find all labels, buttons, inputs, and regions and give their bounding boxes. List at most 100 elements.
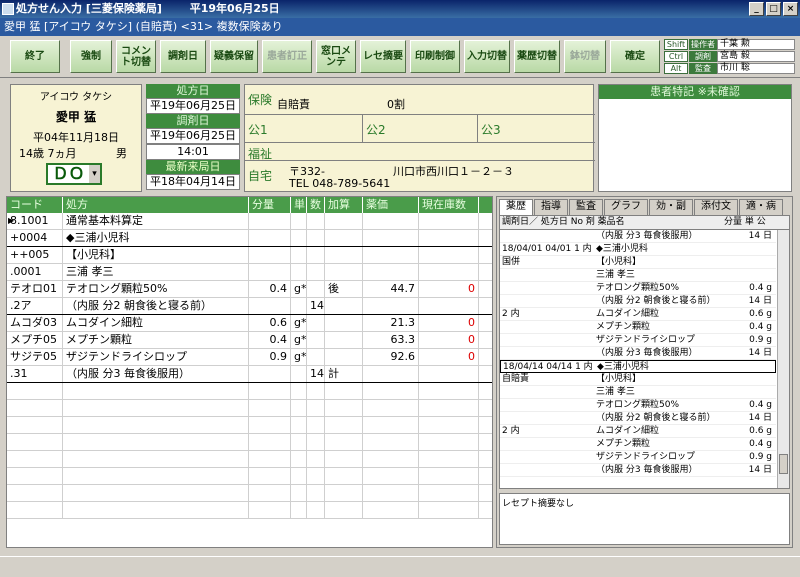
toolbar-button-3[interactable]: 調剤日 [160, 40, 206, 73]
toolbar-button-10[interactable]: 薬歴切替 [514, 40, 560, 73]
history-qty: 14 日 [748, 296, 772, 306]
toolbar-button-6[interactable]: 窓口メンテ [316, 40, 356, 73]
rx-cell-code: .2ア [7, 298, 63, 314]
history-row[interactable]: 国併 【小児科】 [500, 256, 776, 269]
modifier-key-label: Ctrl [664, 51, 688, 62]
rx-cell-add [325, 264, 363, 280]
empty-row[interactable] [7, 468, 492, 485]
history-row[interactable]: （内服 分3 毎食後服用） 14 日 [500, 230, 776, 243]
rx-cell-qty: 0.4 [249, 332, 291, 348]
history-drug: ◆三浦小児科 [597, 362, 649, 372]
history-scrollbar[interactable] [777, 230, 789, 488]
history-row[interactable]: テオロング顆粒50% 0.4 g [500, 399, 776, 412]
history-row[interactable]: 自賠責 【小児科】 [500, 373, 776, 386]
operator-role: 調剤 [689, 51, 717, 62]
history-drug: テオロング顆粒50% [596, 400, 680, 410]
toolbar-button-5[interactable]: 患者訂正 [262, 40, 312, 73]
table-row[interactable]: +0004 ◆三浦小児科 [7, 230, 492, 247]
fukushi-label: 福祉 [245, 143, 595, 161]
patient-kana: アイコウ タケシ [39, 92, 113, 103]
history-tab[interactable]: 添付文 [694, 199, 738, 215]
do-dropdown[interactable]: ＤＯ ▾ [46, 163, 102, 185]
history-tab[interactable]: 監査 [569, 199, 603, 215]
empty-row[interactable] [7, 485, 492, 502]
rx-date-field[interactable]: 平19年06月25日 [146, 98, 240, 114]
toolbar-button-11[interactable]: 鉢切替 [564, 40, 606, 73]
history-qty: 14 日 [748, 348, 772, 358]
toolbar-button-12[interactable]: 確定 [610, 40, 660, 73]
history-row[interactable]: 2 内 ムコダイン細粒 0.6 g [500, 425, 776, 438]
history-row[interactable]: （内服 分2 朝食後と寝る前） 14 日 [500, 412, 776, 425]
history-row[interactable]: 三浦 孝三 [500, 386, 776, 399]
operator-name[interactable]: 千葉 勲 [717, 39, 795, 50]
empty-row[interactable] [7, 400, 492, 417]
table-row[interactable]: .2ア （内服 分2 朝食後と寝る前） 14 [7, 298, 492, 315]
history-tab[interactable]: 効・副 [649, 199, 693, 215]
chevron-down-icon[interactable]: ▾ [89, 165, 100, 183]
history-row[interactable]: メプチン顆粒 0.4 g [500, 321, 776, 334]
rx-cell-code: サジテ05 [7, 349, 63, 365]
maximize-button[interactable]: □ [766, 2, 781, 16]
minimize-button[interactable]: _ [749, 2, 764, 16]
history-row[interactable]: 2 内 ムコダイン細粒 0.6 g [500, 308, 776, 321]
history-row[interactable]: 18/04/01 04/01 1 内 ◆三浦小児科 [500, 243, 776, 256]
rx-cell-qty [249, 230, 291, 246]
close-button[interactable]: × [783, 2, 798, 16]
history-tab[interactable]: 指導 [534, 199, 568, 215]
table-row[interactable]: テオロ01 テオロング顆粒50% 0.4 g* 後 44.7 0 [7, 281, 492, 298]
empty-row[interactable] [7, 383, 492, 400]
history-row[interactable]: ザジテンドライシロップ 0.9 g [500, 451, 776, 464]
history-row[interactable]: メプチン顆粒 0.4 g [500, 438, 776, 451]
scrollbar-thumb[interactable] [779, 454, 788, 474]
empty-row[interactable] [7, 502, 492, 519]
rx-cell-code: +0004 [7, 230, 63, 246]
operator-row: Shift 操作者 千葉 勲 [664, 39, 798, 50]
table-row[interactable]: サジテ05 ザジテンドライシロップ 0.9 g* 92.6 0 [7, 349, 492, 366]
history-qty [722, 269, 772, 281]
table-row[interactable]: ++005 【小児科】 [7, 247, 492, 264]
table-row[interactable]: .0001 三浦 孝三 [7, 264, 492, 281]
history-row[interactable]: ザジテンドライシロップ 0.9 g [500, 334, 776, 347]
rece-note[interactable]: レセプト摘要なし [499, 493, 790, 545]
rx-cell-price [363, 213, 419, 229]
table-row[interactable]: ▶ 8.1001 通常基本料算定 [7, 213, 492, 230]
history-tab[interactable]: 薬歴 [499, 199, 533, 215]
history-row[interactable]: テオロング顆粒50% 0.4 g [500, 282, 776, 295]
rx-cell-price [363, 230, 419, 246]
empty-row[interactable] [7, 417, 492, 434]
toolbar-button-1[interactable]: 強制 [70, 40, 112, 73]
toolbar-button-8[interactable]: 印刷制御 [410, 40, 460, 73]
toolbar-button-0[interactable]: 終了 [10, 40, 60, 73]
history-drug: ザジテンドライシロップ [596, 335, 696, 345]
rx-col-header: 処方 [63, 197, 249, 213]
empty-row[interactable] [7, 434, 492, 451]
table-row[interactable]: メプチ05 メプチン顆粒 0.4 g* 63.3 0 [7, 332, 492, 349]
toolbar-button-4[interactable]: 疑義保留 [210, 40, 258, 73]
toolbar-button-2[interactable]: コメント切替 [116, 40, 156, 73]
toolbar-button-9[interactable]: 入力切替 [464, 40, 510, 73]
phone: TEL 048-789-5641 [289, 177, 391, 190]
empty-row[interactable] [7, 451, 492, 468]
disp-date-field[interactable]: 平19年06月25日 [146, 128, 240, 144]
history-row[interactable]: （内服 分2 朝食後と寝る前） 14 日 [500, 295, 776, 308]
history-row[interactable]: （内服 分3 毎食後服用） 14 日 [500, 464, 776, 477]
table-row[interactable]: .31 （内服 分3 毎食後服用） 14 計 [7, 366, 492, 383]
patient-birth: 平04年11月18日 [33, 131, 119, 144]
toolbar-button-7[interactable]: レセ摘要 [360, 40, 406, 73]
operator-name[interactable]: 宮島 毅 [717, 51, 795, 62]
table-row[interactable]: ムコダ03 ムコダイン細粒 0.6 g* 21.3 0 [7, 315, 492, 332]
disp-time-field[interactable]: 14:01 [146, 144, 240, 160]
rx-cell-price [363, 247, 419, 263]
operator-name[interactable]: 市川 聡 [717, 63, 795, 74]
history-row[interactable]: （内服 分3 毎食後服用） 14 日 [500, 347, 776, 360]
history-tab[interactable]: グラフ [604, 199, 648, 215]
history-drug: ◆三浦小児科 [596, 244, 648, 254]
history-row[interactable]: 18/04/14 04/14 1 内 ◆三浦小児科 [500, 360, 776, 373]
history-tab[interactable]: 適・病 [739, 199, 783, 215]
patient-notes-panel[interactable]: 患者特記 ※未確認 [598, 84, 792, 192]
history-drug: （内服 分3 毎食後服用） [596, 231, 698, 241]
window-title: 処方せん入力 [三菱保険薬局] [16, 2, 162, 15]
patient-sex: 男 [116, 147, 127, 160]
history-qty: 14 日 [748, 465, 772, 475]
history-row[interactable]: 三浦 孝三 [500, 269, 776, 282]
